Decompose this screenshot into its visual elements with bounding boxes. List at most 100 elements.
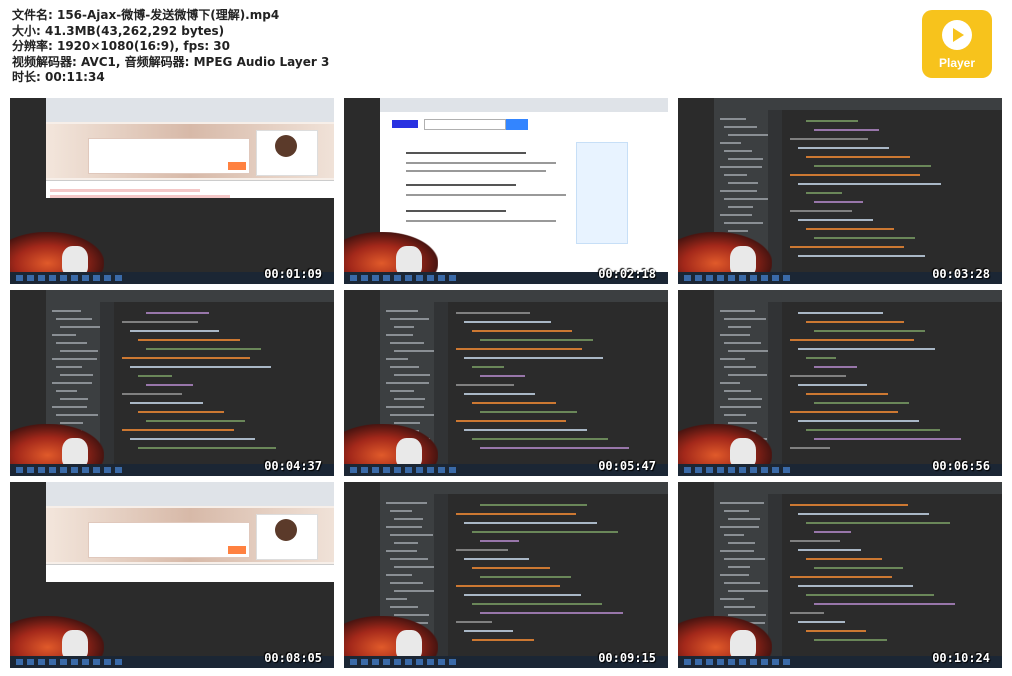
taskbar-app-icon[interactable] — [449, 275, 456, 281]
taskbar-app-icon[interactable] — [383, 659, 390, 665]
thumbnail[interactable]: 00:08:05 — [10, 482, 334, 668]
taskbar-app-icon[interactable] — [783, 467, 790, 473]
taskbar-app-icon[interactable] — [372, 467, 379, 473]
taskbar-app-icon[interactable] — [71, 467, 78, 473]
taskbar-app-icon[interactable] — [772, 467, 779, 473]
taskbar-app-icon[interactable] — [427, 467, 434, 473]
taskbar-app-icon[interactable] — [383, 467, 390, 473]
taskbar-app-icon[interactable] — [49, 659, 56, 665]
taskbar-app-icon[interactable] — [717, 659, 724, 665]
taskbar-app-icon[interactable] — [416, 467, 423, 473]
code-editor[interactable] — [782, 494, 1002, 656]
taskbar-app-icon[interactable] — [783, 275, 790, 281]
taskbar-app-icon[interactable] — [750, 659, 757, 665]
taskbar-app-icon[interactable] — [38, 467, 45, 473]
taskbar-app-icon[interactable] — [115, 275, 122, 281]
taskbar-app-icon[interactable] — [706, 659, 713, 665]
taskbar-app-icon[interactable] — [60, 275, 67, 281]
taskbar-app-icon[interactable] — [361, 659, 368, 665]
taskbar-app-icon[interactable] — [350, 467, 357, 473]
taskbar-app-icon[interactable] — [394, 275, 401, 281]
taskbar-app-icon[interactable] — [93, 467, 100, 473]
taskbar-app-icon[interactable] — [739, 275, 746, 281]
taskbar-app-icon[interactable] — [93, 659, 100, 665]
taskbar-app-icon[interactable] — [394, 659, 401, 665]
taskbar-app-icon[interactable] — [695, 275, 702, 281]
thumbnail[interactable]: 00:04:37 — [10, 290, 334, 476]
taskbar-app-icon[interactable] — [361, 275, 368, 281]
code-editor[interactable] — [448, 302, 668, 464]
taskbar-app-icon[interactable] — [783, 659, 790, 665]
taskbar-app-icon[interactable] — [383, 275, 390, 281]
taskbar-app-icon[interactable] — [82, 275, 89, 281]
taskbar-app-icon[interactable] — [60, 659, 67, 665]
taskbar-app-icon[interactable] — [16, 275, 23, 281]
code-editor[interactable] — [114, 302, 334, 464]
taskbar-app-icon[interactable] — [427, 275, 434, 281]
thumbnail[interactable]: 00:10:24 — [678, 482, 1002, 668]
thumbnail[interactable]: 00:06:56 — [678, 290, 1002, 476]
taskbar-app-icon[interactable] — [438, 275, 445, 281]
taskbar-app-icon[interactable] — [684, 275, 691, 281]
taskbar-app-icon[interactable] — [350, 275, 357, 281]
taskbar-app-icon[interactable] — [60, 467, 67, 473]
thumbnail[interactable]: 00:05:47 — [344, 290, 668, 476]
taskbar-app-icon[interactable] — [438, 467, 445, 473]
taskbar-app-icon[interactable] — [405, 275, 412, 281]
taskbar-app-icon[interactable] — [49, 467, 56, 473]
taskbar-app-icon[interactable] — [684, 467, 691, 473]
taskbar-app-icon[interactable] — [38, 275, 45, 281]
taskbar-app-icon[interactable] — [449, 467, 456, 473]
taskbar-app-icon[interactable] — [405, 467, 412, 473]
taskbar-app-icon[interactable] — [695, 467, 702, 473]
code-editor[interactable] — [782, 302, 1002, 464]
taskbar-app-icon[interactable] — [82, 467, 89, 473]
taskbar-app-icon[interactable] — [361, 467, 368, 473]
taskbar-app-icon[interactable] — [49, 275, 56, 281]
taskbar-app-icon[interactable] — [27, 659, 34, 665]
taskbar-app-icon[interactable] — [27, 275, 34, 281]
taskbar-app-icon[interactable] — [16, 467, 23, 473]
taskbar-app-icon[interactable] — [38, 659, 45, 665]
taskbar-app-icon[interactable] — [772, 659, 779, 665]
taskbar-app-icon[interactable] — [728, 659, 735, 665]
taskbar-app-icon[interactable] — [717, 467, 724, 473]
taskbar-app-icon[interactable] — [761, 275, 768, 281]
taskbar-app-icon[interactable] — [372, 275, 379, 281]
code-editor[interactable] — [782, 110, 1002, 272]
taskbar-app-icon[interactable] — [438, 659, 445, 665]
thumbnail[interactable]: 00:01:09 — [10, 98, 334, 284]
thumbnail[interactable]: 00:03:28 — [678, 98, 1002, 284]
taskbar-app-icon[interactable] — [750, 275, 757, 281]
taskbar-app-icon[interactable] — [427, 659, 434, 665]
taskbar-app-icon[interactable] — [104, 467, 111, 473]
thumbnail[interactable]: 00:02:18 — [344, 98, 668, 284]
taskbar-app-icon[interactable] — [115, 467, 122, 473]
code-editor[interactable] — [448, 494, 668, 656]
taskbar-app-icon[interactable] — [416, 275, 423, 281]
taskbar-app-icon[interactable] — [350, 659, 357, 665]
taskbar-app-icon[interactable] — [739, 467, 746, 473]
taskbar-app-icon[interactable] — [115, 659, 122, 665]
taskbar-app-icon[interactable] — [104, 275, 111, 281]
taskbar-app-icon[interactable] — [93, 275, 100, 281]
taskbar-app-icon[interactable] — [772, 275, 779, 281]
taskbar-app-icon[interactable] — [739, 659, 746, 665]
taskbar-app-icon[interactable] — [761, 467, 768, 473]
taskbar-app-icon[interactable] — [394, 467, 401, 473]
taskbar-app-icon[interactable] — [27, 467, 34, 473]
taskbar-app-icon[interactable] — [82, 659, 89, 665]
taskbar-app-icon[interactable] — [416, 659, 423, 665]
taskbar-app-icon[interactable] — [71, 659, 78, 665]
taskbar-app-icon[interactable] — [728, 467, 735, 473]
thumbnail[interactable]: 00:09:15 — [344, 482, 668, 668]
taskbar-app-icon[interactable] — [750, 467, 757, 473]
taskbar-app-icon[interactable] — [16, 659, 23, 665]
taskbar-app-icon[interactable] — [761, 659, 768, 665]
taskbar-app-icon[interactable] — [706, 275, 713, 281]
taskbar-app-icon[interactable] — [728, 275, 735, 281]
taskbar-app-icon[interactable] — [104, 659, 111, 665]
taskbar-app-icon[interactable] — [717, 275, 724, 281]
taskbar-app-icon[interactable] — [372, 659, 379, 665]
taskbar-app-icon[interactable] — [706, 467, 713, 473]
